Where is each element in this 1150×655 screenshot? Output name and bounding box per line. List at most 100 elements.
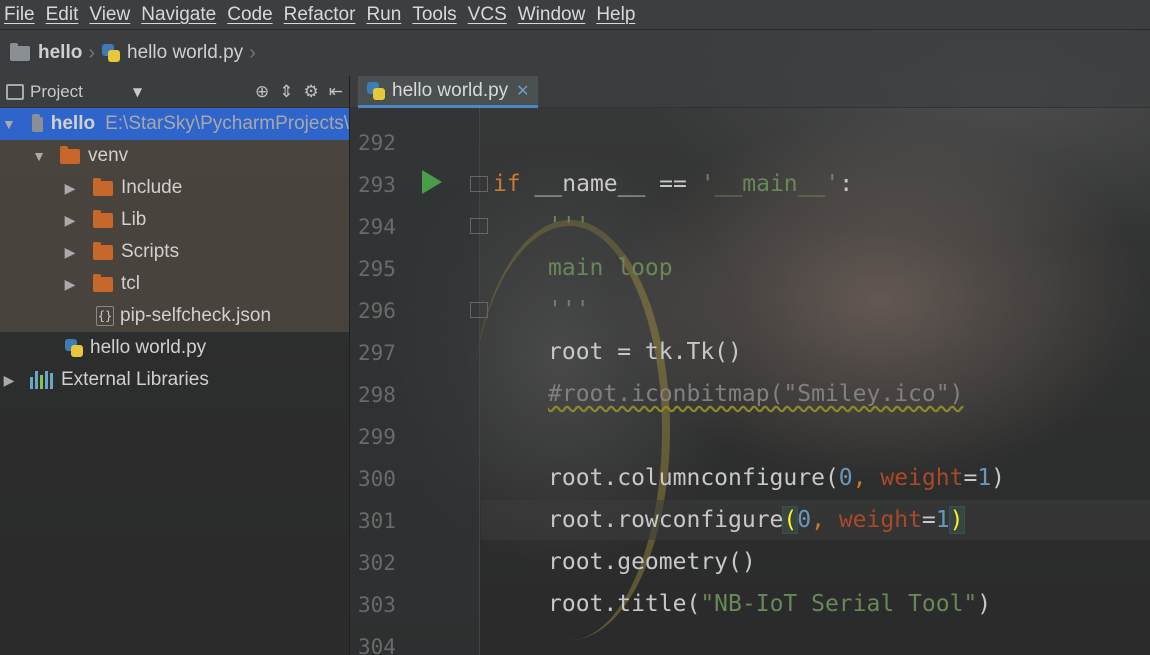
chevron-right-icon[interactable]: ▶ — [63, 212, 77, 229]
tree-item-external-libraries[interactable]: ▶ External Libraries — [0, 364, 349, 396]
tree-item-label: venv — [88, 145, 129, 166]
project-view-icon — [6, 83, 24, 100]
menu-refactor[interactable]: Refactor — [280, 4, 363, 26]
tree-item-label: pip-selfcheck.json — [120, 305, 272, 326]
matched-brace: ( — [782, 506, 799, 534]
line-number: 300 — [358, 467, 396, 491]
code-token: ) — [991, 465, 1006, 491]
tree-item-label: Lib — [121, 209, 147, 230]
line-number: 293 — [358, 173, 396, 197]
python-file-icon — [64, 338, 84, 358]
chevron-down-icon[interactable]: ▼ — [2, 116, 16, 132]
code-line-296[interactable]: ''' — [548, 297, 590, 323]
breadcrumb-project[interactable]: hello › — [10, 42, 101, 65]
project-tree: ▼ hello E:\StarSky\PycharmProjects\ ▼ ve… — [0, 108, 349, 655]
tree-item-label: tcl — [121, 273, 140, 294]
code-line-298[interactable]: #root.iconbitmap("Smiley.ico") — [548, 381, 963, 407]
python-file-icon — [101, 43, 121, 63]
chevron-right-icon[interactable]: ▶ — [2, 372, 16, 389]
menu-tools[interactable]: Tools — [408, 4, 463, 26]
menu-navigate[interactable]: Navigate — [137, 4, 223, 26]
locate-file-icon[interactable]: ⊕ — [255, 82, 269, 102]
code-line-295[interactable]: main loop — [548, 255, 673, 281]
python-file-icon — [366, 81, 386, 101]
line-number: 294 — [358, 215, 396, 239]
menu-run[interactable]: Run — [362, 4, 408, 26]
menu-vcs[interactable]: VCS — [464, 4, 514, 26]
close-icon[interactable]: ✕ — [516, 81, 529, 101]
chevron-right-icon[interactable]: ▶ — [63, 180, 77, 197]
tab-label: hello world.py — [392, 79, 509, 101]
fold-icon[interactable] — [470, 302, 488, 318]
tree-item-lib[interactable]: ▶ Lib — [0, 204, 349, 236]
tree-item-hello-world-py[interactable]: hello world.py — [0, 332, 349, 364]
hide-panel-icon[interactable]: ⇤ — [329, 82, 343, 102]
line-number: 292 — [358, 131, 396, 155]
code-line-302[interactable]: root.geometry() — [548, 549, 756, 575]
tree-item-label: External Libraries — [61, 369, 209, 390]
code-token: = — [921, 507, 936, 533]
line-number: 302 — [358, 551, 396, 575]
line-number: 299 — [358, 425, 396, 449]
tree-item-venv[interactable]: ▼ venv — [0, 140, 349, 172]
tree-item-scripts[interactable]: ▶ Scripts — [0, 236, 349, 268]
fold-icon[interactable] — [470, 218, 488, 234]
code-line-303[interactable]: root.title("NB-IoT Serial Tool") — [548, 591, 991, 617]
code-line-297[interactable]: root = tk.Tk() — [548, 339, 742, 365]
code-line-293[interactable]: if __name__ == '__main__': — [493, 171, 853, 197]
code-token: = — [963, 465, 978, 491]
tree-item-label: hello — [50, 113, 96, 134]
code-token: root.title( — [548, 591, 701, 617]
editor-tab-bar: hello world.py ✕ — [350, 76, 1150, 108]
gear-icon[interactable]: ⚙ — [304, 82, 319, 102]
menu-help[interactable]: Help — [592, 4, 642, 26]
tree-item-label: Scripts — [121, 241, 180, 262]
chevron-right-icon: › — [249, 41, 256, 64]
menu-view[interactable]: View — [85, 4, 137, 26]
folder-icon — [10, 42, 30, 61]
line-number: 297 — [358, 341, 396, 365]
line-number: 298 — [358, 383, 396, 407]
menu-code[interactable]: Code — [223, 4, 279, 26]
code-token: ) — [977, 591, 992, 617]
code-token: '__main__' — [700, 171, 840, 197]
code-comment: #root.iconbitmap("Smiley.ico") — [548, 381, 964, 407]
code-line-301[interactable]: root.rowconfigure(0, weight=1) — [548, 506, 965, 534]
tree-item-include[interactable]: ▶ Include — [0, 172, 349, 204]
library-icon — [30, 371, 53, 389]
menu-window[interactable]: Window — [514, 4, 593, 26]
code-token: root.columnconfigure( — [548, 465, 839, 491]
menu-file[interactable]: File — [0, 4, 42, 26]
matched-brace: ) — [948, 506, 965, 534]
chevron-down-icon[interactable]: ▼ — [133, 85, 142, 99]
background-earring-shape — [470, 220, 670, 640]
tab-hello-world-py[interactable]: hello world.py ✕ — [358, 76, 538, 108]
chevron-down-icon[interactable]: ▼ — [32, 148, 46, 164]
code-line-294[interactable]: ''' — [548, 213, 590, 239]
code-token: : — [839, 171, 854, 197]
folder-icon — [60, 145, 80, 164]
line-number: 296 — [358, 299, 396, 323]
folder-icon — [93, 209, 113, 228]
tree-item-hello[interactable]: ▼ hello E:\StarSky\PycharmProjects\ — [0, 108, 349, 140]
chevron-right-icon[interactable]: ▶ — [63, 276, 77, 293]
code-token: 1 — [977, 465, 992, 491]
project-panel-title[interactable]: Project — [30, 82, 83, 102]
breadcrumb-file[interactable]: hello world.py › — [101, 42, 262, 65]
code-line-300[interactable]: root.columnconfigure(0, weight=1) — [548, 465, 1005, 491]
folder-icon — [93, 273, 113, 292]
run-icon[interactable] — [422, 170, 442, 194]
editor-gutter: 292 293 294 295 296 297 298 299 300 301 … — [350, 108, 488, 655]
tree-item-label: Include — [121, 177, 183, 198]
code-token: 1 — [935, 507, 950, 533]
line-number: 303 — [358, 593, 396, 617]
collapse-all-icon[interactable]: ⇕ — [279, 82, 293, 102]
project-panel-header: Project ▼ ⊕ ⇕ ⚙ ⇤ — [0, 76, 349, 108]
tree-item-tcl[interactable]: ▶ tcl — [0, 268, 349, 300]
tree-item-label: hello world.py — [90, 337, 207, 358]
line-number: 304 — [358, 635, 396, 655]
chevron-right-icon[interactable]: ▶ — [63, 244, 77, 261]
fold-icon[interactable] — [470, 176, 488, 192]
tree-item-pip-selfcheck[interactable]: {} pip-selfcheck.json — [0, 300, 349, 332]
menu-edit[interactable]: Edit — [42, 4, 86, 26]
